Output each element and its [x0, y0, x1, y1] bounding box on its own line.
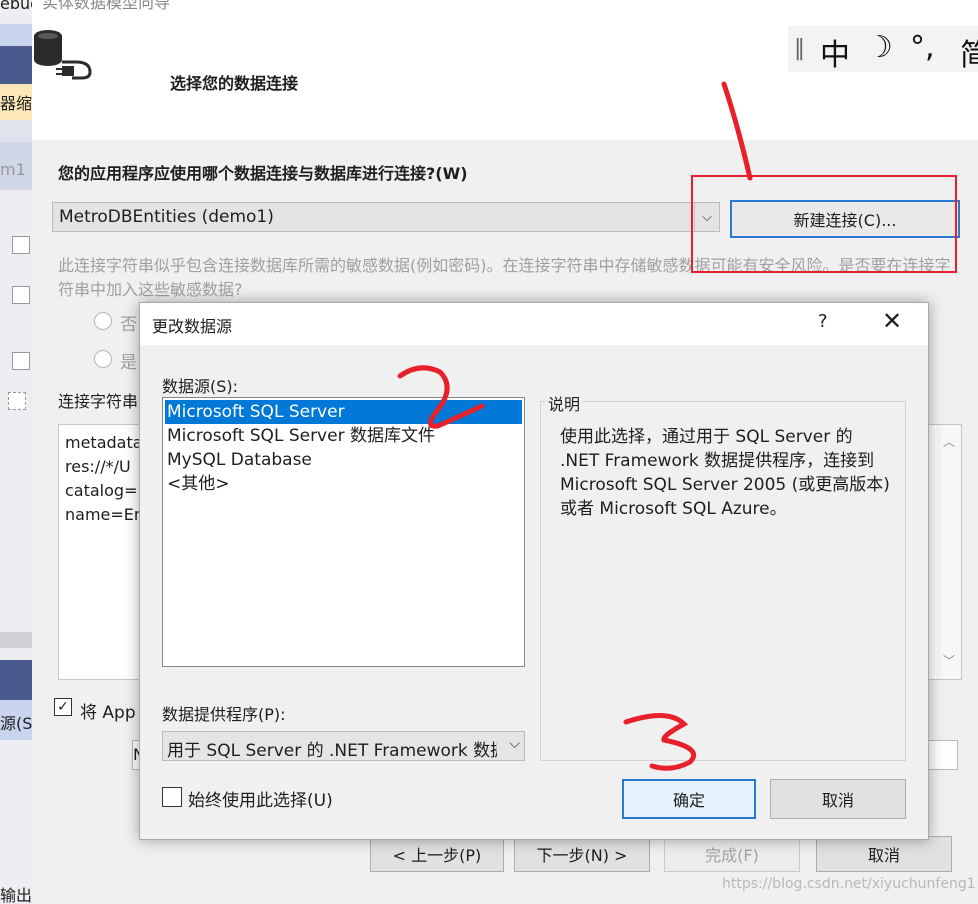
step3-stroke: [623, 713, 697, 771]
step1-stroke: [721, 81, 753, 181]
highlight-box-annotation: [691, 175, 957, 273]
step2-stroke: [397, 365, 485, 429]
annotation-overlay: [397, 81, 957, 771]
